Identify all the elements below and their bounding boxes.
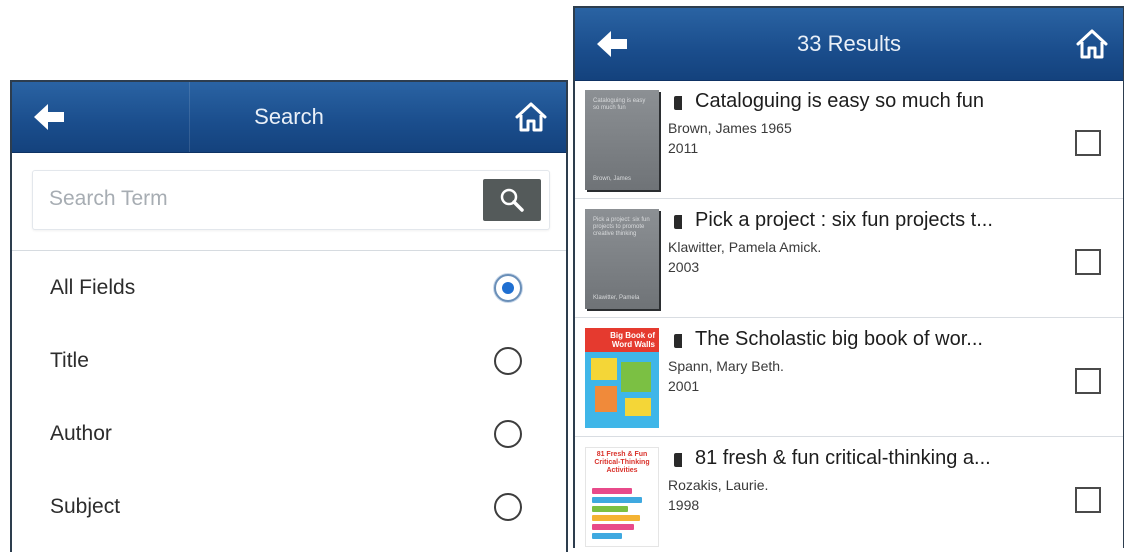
result-year: 2003: [668, 259, 700, 275]
book-cover-image: 81 Fresh & Fun Critical-Thinking Activit…: [585, 447, 659, 547]
select-checkbox[interactable]: [1075, 487, 1101, 513]
result-year: 1998: [668, 497, 700, 513]
result-author: Klawitter, Pamela Amick.: [668, 239, 822, 255]
search-bar: [32, 170, 550, 230]
radio-author[interactable]: [494, 419, 522, 448]
back-button[interactable]: [575, 8, 649, 80]
home-button[interactable]: [496, 82, 566, 152]
results-list: Cataloguing is easy so much fun Brown, J…: [575, 80, 1123, 548]
back-button[interactable]: [12, 82, 190, 152]
option-label: Subject: [50, 494, 121, 518]
option-subject[interactable]: Subject: [12, 470, 566, 543]
select-checkbox[interactable]: [1075, 130, 1101, 156]
home-button[interactable]: [1061, 8, 1123, 80]
book-cover-image: Cataloguing is easy so much fun Brown, J…: [585, 90, 659, 190]
home-icon: [515, 102, 547, 132]
book-icon: [674, 453, 682, 467]
result-title[interactable]: 81 fresh & fun critical-thinking a...: [695, 447, 1035, 470]
search-input[interactable]: [33, 171, 453, 227]
select-checkbox[interactable]: [1075, 368, 1101, 394]
cover-art: [595, 386, 617, 412]
book-cover-image: Pick a project: six fun projects to prom…: [585, 209, 659, 309]
result-title[interactable]: Cataloguing is easy so much fun: [695, 90, 1035, 113]
cover-art: [592, 488, 632, 494]
cover-author: Klawitter, Pamela: [593, 295, 640, 301]
list-item[interactable]: Big Book of Word Walls The Scholastic bi…: [575, 318, 1123, 437]
option-author[interactable]: Author: [12, 397, 566, 470]
list-item[interactable]: Cataloguing is easy so much fun Brown, J…: [575, 80, 1123, 199]
search-button[interactable]: [483, 179, 541, 221]
option-title[interactable]: Title: [12, 324, 566, 397]
option-label: Title: [50, 348, 89, 372]
search-screen: Search All Fields Title Author: [10, 80, 568, 552]
cover-art: [621, 362, 651, 392]
arrow-left-icon: [597, 31, 627, 57]
result-title[interactable]: The Scholastic big book of wor...: [695, 328, 1035, 351]
result-title[interactable]: Pick a project : six fun projects t...: [695, 209, 1035, 232]
list-item[interactable]: 81 Fresh & Fun Critical-Thinking Activit…: [575, 437, 1123, 548]
cover-text: Pick a project: six fun projects to prom…: [593, 217, 650, 237]
results-count-title: 33 Results: [797, 31, 901, 56]
home-icon: [1076, 29, 1108, 59]
cover-art: [592, 506, 628, 512]
cover-art: [592, 524, 634, 530]
book-cover-image: Big Book of Word Walls: [585, 328, 659, 428]
list-item[interactable]: Pick a project: six fun projects to prom…: [575, 199, 1123, 318]
radio-all-fields[interactable]: [494, 273, 522, 302]
cover-art: [592, 515, 640, 521]
option-label: Author: [50, 421, 112, 445]
cover-text: 81 Fresh & Fun Critical-Thinking Activit…: [594, 451, 650, 474]
cover-author: Brown, James: [593, 176, 632, 182]
option-all-fields[interactable]: All Fields: [12, 251, 566, 324]
book-icon: [674, 334, 682, 348]
result-year: 2001: [668, 378, 700, 394]
search-field-options: All Fields Title Author Subject: [12, 250, 566, 543]
result-author: Brown, James 1965: [668, 120, 792, 136]
cover-art: [591, 358, 617, 380]
results-header: 33 Results: [575, 8, 1123, 81]
result-author: Spann, Mary Beth.: [668, 358, 784, 374]
option-label: All Fields: [50, 275, 136, 299]
cover-art: [625, 398, 651, 416]
cover-text: Cataloguing is easy so much fun: [593, 98, 646, 111]
radio-title[interactable]: [494, 346, 522, 375]
book-icon: [674, 96, 682, 110]
results-screen: 33 Results Cataloguing is easy so much f…: [573, 6, 1124, 548]
search-header: Search: [12, 82, 566, 153]
cover-text: Big Book of Word Walls: [585, 328, 659, 352]
radio-subject[interactable]: [494, 492, 522, 521]
search-icon: [500, 188, 524, 212]
select-checkbox[interactable]: [1075, 249, 1101, 275]
book-icon: [674, 215, 682, 229]
cover-art: [592, 533, 622, 539]
arrow-left-icon: [34, 104, 64, 130]
result-author: Rozakis, Laurie.: [668, 477, 769, 493]
cover-art: [592, 497, 642, 503]
result-year: 2011: [668, 140, 699, 156]
